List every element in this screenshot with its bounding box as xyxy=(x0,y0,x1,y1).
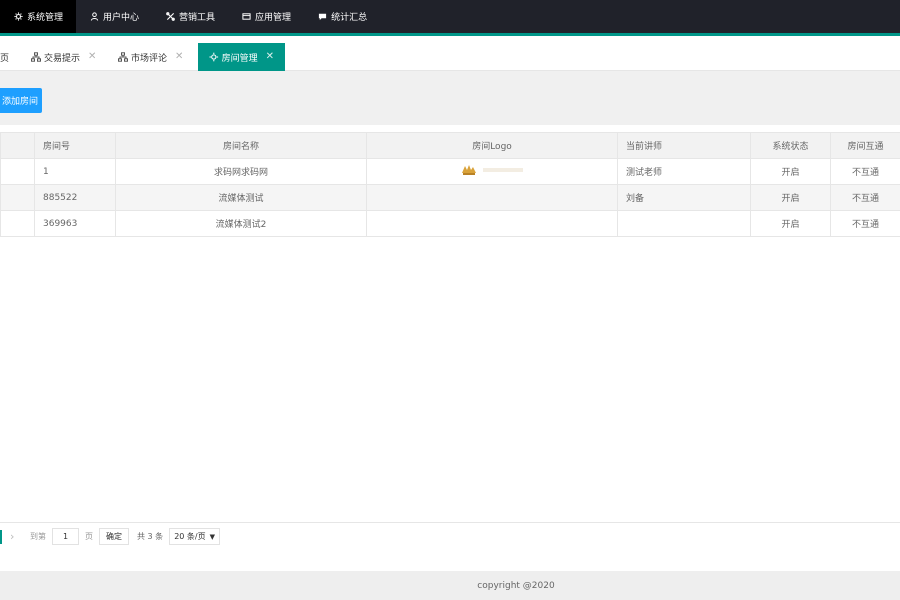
tab-trade-tips[interactable]: 交易提示 ✕ xyxy=(31,43,96,71)
row-checkbox-cell[interactable] xyxy=(0,210,35,237)
chevron-right-icon[interactable]: › xyxy=(10,530,22,543)
copyright-text: copyright @2020 xyxy=(477,580,555,591)
cell-room-logo xyxy=(366,210,618,237)
tab-label: 交易提示 xyxy=(44,53,81,64)
sitemap-icon xyxy=(31,52,41,62)
cell-teacher xyxy=(617,210,751,237)
close-icon[interactable]: ✕ xyxy=(266,52,274,62)
tab-label: 房间管理 xyxy=(221,53,258,64)
logo-image xyxy=(462,165,476,175)
page-size-select[interactable]: 20 条/页 ▼ xyxy=(169,528,220,545)
column-header-room-logo: 房间Logo xyxy=(366,132,618,159)
column-header-interop: 房间互通 xyxy=(830,132,900,159)
page-jump-input[interactable] xyxy=(52,528,79,545)
tab-label: 首页 xyxy=(0,53,10,64)
table-row[interactable]: 1 求码网求码网 测试老师 开启 不互通 xyxy=(0,158,900,185)
tab-bar: 首页 交易提示 ✕ 市场评论 ✕ 房间管理 ✕ xyxy=(0,36,900,71)
cell-room-no: 885522 xyxy=(34,184,116,211)
cell-interop: 不互通 xyxy=(830,158,900,185)
nav-item-marketing[interactable]: 营销工具 xyxy=(152,0,228,33)
sitemap-icon xyxy=(118,52,128,62)
tab-home[interactable]: 首页 xyxy=(0,43,9,71)
page-size-value: 20 条/页 xyxy=(174,532,206,541)
cell-teacher: 测试老师 xyxy=(617,158,751,185)
cell-room-name: 流媒体测试2 xyxy=(115,210,367,237)
caret-down-icon: ▼ xyxy=(209,532,215,541)
cell-room-no: 1 xyxy=(34,158,116,185)
nav-item-label: 统计汇总 xyxy=(331,13,368,23)
nav-item-app-management[interactable]: 应用管理 xyxy=(228,0,304,33)
nav-item-label: 系统管理 xyxy=(27,13,64,23)
total-count: 共 3 条 xyxy=(137,532,164,541)
close-icon[interactable]: ✕ xyxy=(175,52,183,62)
tools-icon xyxy=(165,12,175,22)
cell-status: 开启 xyxy=(750,184,831,211)
current-page-indicator[interactable] xyxy=(0,529,2,544)
gear-icon xyxy=(13,12,23,22)
row-checkbox-cell[interactable] xyxy=(0,158,35,185)
nav-item-label: 营销工具 xyxy=(179,13,216,23)
column-header-room-name: 房间名称 xyxy=(115,132,367,159)
column-header-room-no: 房间号 xyxy=(34,132,116,159)
table-row[interactable]: 369963 流媒体测试2 开启 不互通 xyxy=(0,210,900,237)
table-row[interactable]: 885522 流媒体测试 刘备 开启 不互通 xyxy=(0,184,900,211)
nav-item-label: 应用管理 xyxy=(255,13,292,23)
cell-room-name: 流媒体测试 xyxy=(115,184,367,211)
close-icon[interactable]: ✕ xyxy=(88,52,96,62)
tab-room-management[interactable]: 房间管理 ✕ xyxy=(198,43,285,71)
table-header-row: 房间号 房间名称 房间Logo 当前讲师 系统状态 房间互通 xyxy=(0,132,900,159)
page-unit-label: 页 xyxy=(85,532,93,541)
toolbar: 添加房间 xyxy=(0,71,900,125)
tab-label: 市场评论 xyxy=(131,53,168,64)
cell-interop: 不互通 xyxy=(830,184,900,211)
add-room-label: 添加房间 xyxy=(1,97,38,107)
column-header-checkbox xyxy=(0,132,35,159)
cell-status: 开启 xyxy=(750,210,831,237)
tab-market-comment[interactable]: 市场评论 ✕ xyxy=(118,43,183,71)
gear-icon xyxy=(209,52,219,62)
room-table: 房间号 房间名称 房间Logo 当前讲师 系统状态 房间互通 1 求码网求码网 xyxy=(0,132,900,237)
cell-room-name: 求码网求码网 xyxy=(115,158,367,185)
column-header-status: 系统状态 xyxy=(750,132,831,159)
cell-teacher: 刘备 xyxy=(617,184,751,211)
cell-room-logo xyxy=(366,184,618,211)
cell-room-logo xyxy=(366,158,618,185)
nav-item-user-center[interactable]: 用户中心 xyxy=(76,0,152,33)
confirm-jump-button[interactable]: 确定 xyxy=(99,528,129,545)
cell-status: 开启 xyxy=(750,158,831,185)
chat-icon xyxy=(317,12,327,22)
top-navigation: 系统管理 用户中心 营销工具 应用管理 统计汇总 xyxy=(0,0,900,33)
user-icon xyxy=(89,12,99,22)
nav-item-label: 用户中心 xyxy=(103,13,140,23)
column-header-teacher: 当前讲师 xyxy=(617,132,751,159)
footer: copyright @2020 xyxy=(0,571,900,600)
pagination: › 到第 页 确定 共 3 条 20 条/页 ▼ xyxy=(0,522,900,550)
nav-item-statistics[interactable]: 统计汇总 xyxy=(304,0,380,33)
cell-room-no: 369963 xyxy=(34,210,116,237)
app-icon xyxy=(241,12,251,22)
nav-item-system[interactable]: 系统管理 xyxy=(0,0,77,33)
row-checkbox-cell[interactable] xyxy=(0,184,35,211)
goto-label: 到第 xyxy=(30,532,46,541)
logo-watermark xyxy=(483,168,523,172)
add-room-button[interactable]: 添加房间 xyxy=(0,88,42,113)
cell-interop: 不互通 xyxy=(830,210,900,237)
room-logo-image xyxy=(461,164,523,176)
